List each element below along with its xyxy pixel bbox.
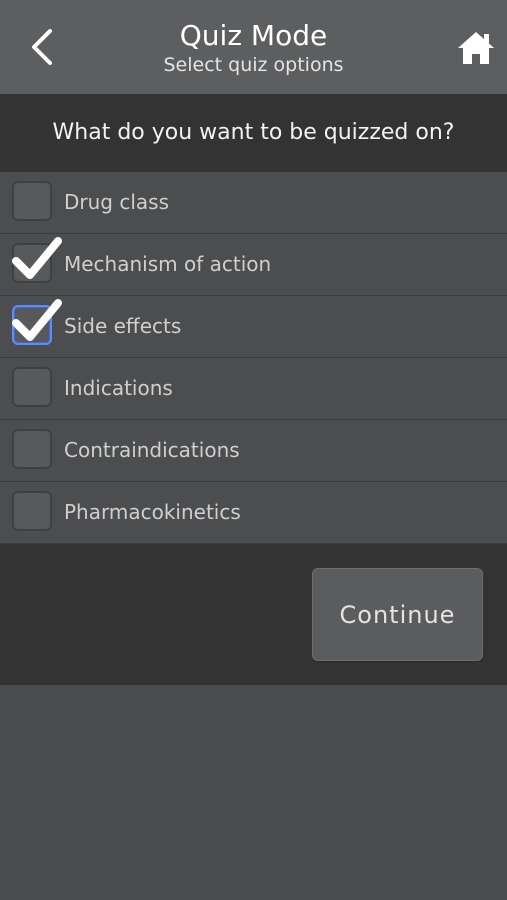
option-side-effects[interactable]: Side effects xyxy=(0,296,507,358)
checkbox[interactable] xyxy=(12,181,52,221)
option-label: Pharmacokinetics xyxy=(64,500,241,524)
option-label: Indications xyxy=(64,376,173,400)
prompt-band: What do you want to be quizzed on? xyxy=(0,94,507,172)
home-icon xyxy=(458,32,494,64)
checkbox[interactable] xyxy=(12,367,52,407)
option-mechanism-of-action[interactable]: Mechanism of action xyxy=(0,234,507,296)
continue-button[interactable]: Continue xyxy=(312,568,483,661)
quiz-mode-screen: Quiz Mode Select quiz options What do yo… xyxy=(0,0,507,900)
quiz-options-list: Drug class Mechanism of action Side effe… xyxy=(0,172,507,544)
option-label: Contraindications xyxy=(64,438,240,462)
quiz-prompt: What do you want to be quizzed on? xyxy=(52,120,455,145)
checkmark-icon xyxy=(12,237,62,279)
option-label: Side effects xyxy=(64,314,182,338)
option-label: Drug class xyxy=(64,190,169,214)
page-subtitle: Select quiz options xyxy=(163,54,344,76)
page-title: Quiz Mode xyxy=(179,19,328,52)
option-contraindications[interactable]: Contraindications xyxy=(0,420,507,482)
continue-band: Continue xyxy=(0,544,507,685)
option-pharmacokinetics[interactable]: Pharmacokinetics xyxy=(0,482,507,544)
checkbox[interactable] xyxy=(12,429,52,469)
header: Quiz Mode Select quiz options xyxy=(0,0,507,94)
checkmark-icon xyxy=(12,299,62,341)
option-indications[interactable]: Indications xyxy=(0,358,507,420)
home-button[interactable] xyxy=(452,26,500,70)
checkbox[interactable] xyxy=(12,491,52,531)
option-label: Mechanism of action xyxy=(64,252,272,276)
option-drug-class[interactable]: Drug class xyxy=(0,172,507,234)
